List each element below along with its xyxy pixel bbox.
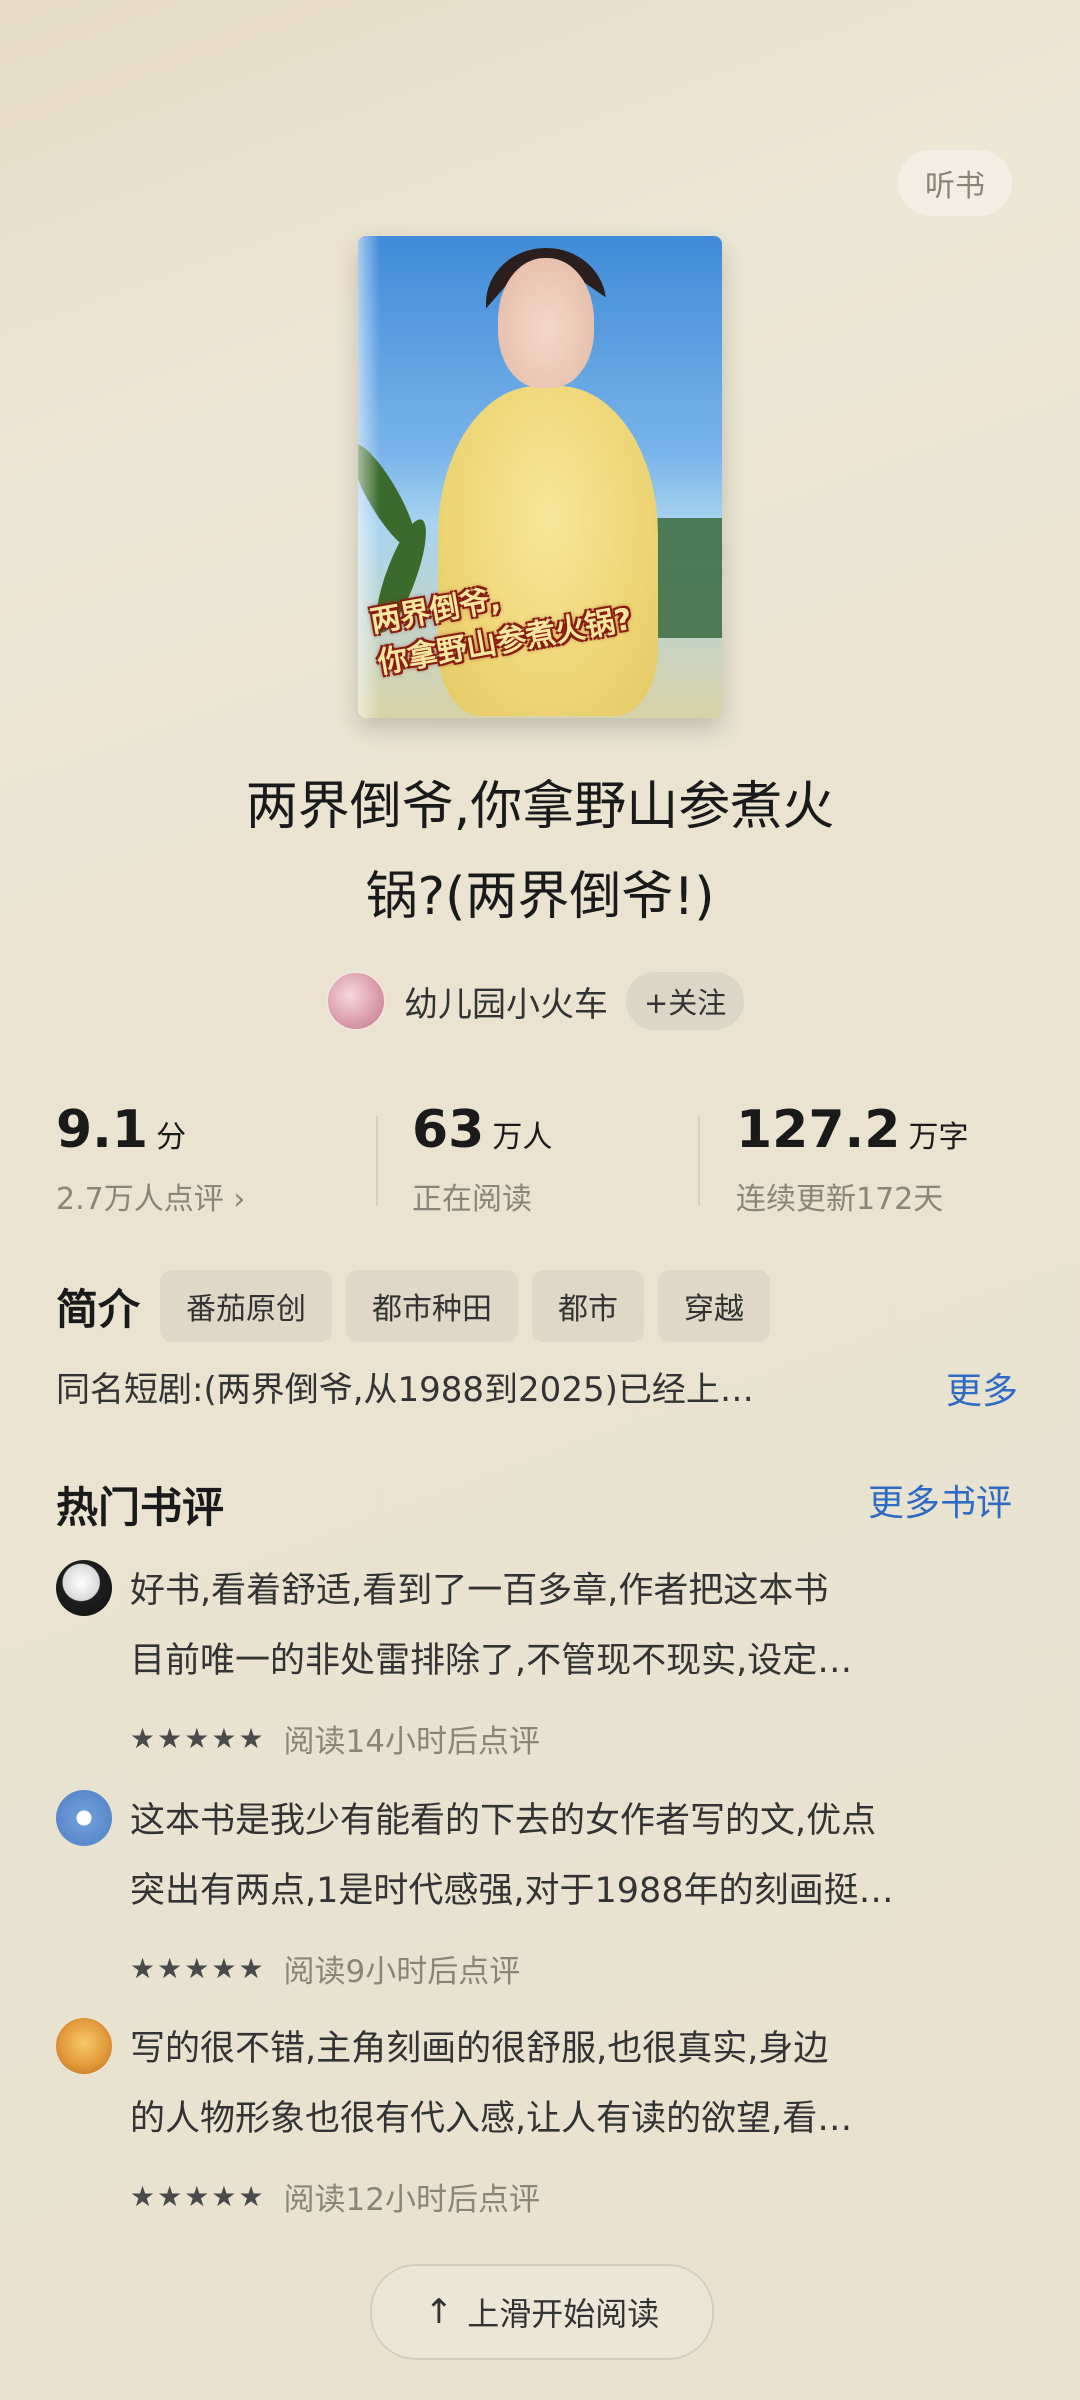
review-read-time: 阅读14小时后点评 — [283, 1724, 540, 1760]
star-icon: ★ — [184, 1952, 210, 1985]
words-stat: 127.2 万字 连续更新172天 — [736, 1100, 968, 1218]
book-cover[interactable]: 两界倒爷, 你拿野山参煮火锅? — [358, 236, 722, 718]
hot-reviews-title: 热门书评 — [56, 1483, 225, 1532]
rating-count: 2.7万人点评 › — [56, 1182, 246, 1217]
star-icon: ★ — [238, 2180, 264, 2213]
star-icon: ★ — [130, 2180, 156, 2213]
rating-unit: 分 — [156, 1120, 187, 1155]
review-text-line: 目前唯一的非处雷排除了,不管现不现实,设定… — [130, 1641, 853, 1681]
star-icon: ★ — [157, 2180, 183, 2213]
reviewer-avatar[interactable] — [56, 1790, 112, 1846]
review-read-time: 阅读12小时后点评 — [283, 2182, 540, 2218]
star-icon: ★ — [157, 1952, 183, 1985]
words-value: 127.2 — [736, 1100, 901, 1160]
review-meta: ★ ★ ★ ★ ★ 阅读12小时后点评 — [130, 2174, 540, 2219]
words-unit: 万字 — [908, 1120, 969, 1155]
listen-button[interactable]: 听书 — [898, 150, 1012, 216]
cover-face — [498, 258, 594, 388]
tag-urban-farming[interactable]: 都市种田 — [346, 1270, 519, 1342]
more-reviews-link[interactable]: 更多书评 — [868, 1474, 1012, 1526]
review-text: 好书,看着舒适,看到了一百多章,作者把这本书 目前唯一的非处雷排除了,不管现不现… — [130, 1556, 1040, 1696]
tag-time-travel[interactable]: 穿越 — [658, 1270, 771, 1342]
review-read-time: 阅读9小时后点评 — [283, 1954, 521, 1990]
arrow-up-icon: ↑ — [424, 2292, 454, 2332]
star-icon: ★ — [211, 1722, 237, 1755]
star-icon: ★ — [211, 2180, 237, 2213]
star-icon: ★ — [184, 1722, 210, 1755]
book-title: 两界倒爷,你拿野山参煮火 锅?(两界倒爷!) — [120, 762, 960, 942]
intro-label: 简介 — [56, 1284, 141, 1334]
readers-value: 63 — [412, 1100, 485, 1160]
intro-row: 简介 番茄原创 都市种田 都市 穿越 — [56, 1270, 784, 1342]
readers-stat: 63 万人 正在阅读 — [412, 1100, 552, 1218]
book-title-line1: 两界倒爷,你拿野山参煮火 — [245, 777, 835, 837]
stats-divider — [376, 1116, 378, 1206]
intro-summary[interactable]: 同名短剧:(两界倒爷,从1988到2025)已经上… — [56, 1362, 876, 1411]
intro-more-link[interactable]: 更多 — [946, 1362, 1018, 1414]
review-text-line: 这本书是我少有能看的下去的女作者写的文,优点 — [130, 1801, 877, 1841]
rating-stat[interactable]: 9.1 分 2.7万人点评 › — [56, 1100, 245, 1218]
star-icon: ★ — [130, 1952, 156, 1985]
start-reading-button[interactable]: ↑ 上滑开始阅读 — [370, 2264, 714, 2360]
review-text-line: 突出有两点,1是时代感强,对于1988年的刻画挺… — [130, 1871, 894, 1911]
author-avatar[interactable] — [326, 971, 386, 1031]
review-text-line: 好书,看着舒适,看到了一百多章,作者把这本书 — [130, 1571, 829, 1611]
rating-stars: ★ ★ ★ ★ ★ — [130, 1722, 266, 1755]
tag-urban[interactable]: 都市 — [532, 1270, 645, 1342]
author-row: 幼儿园小火车 +关注 — [326, 970, 745, 1032]
reviewer-avatar[interactable] — [56, 2018, 112, 2074]
star-icon: ★ — [238, 1952, 264, 1985]
update-streak: 连续更新172天 — [736, 1182, 944, 1217]
tag-fanqie-original[interactable]: 番茄原创 — [160, 1270, 333, 1342]
start-reading-label: 上滑开始阅读 — [467, 2295, 660, 2333]
rating-value: 9.1 — [56, 1100, 149, 1160]
star-icon: ★ — [130, 1722, 156, 1755]
star-icon: ★ — [157, 1722, 183, 1755]
review-meta: ★ ★ ★ ★ ★ 阅读14小时后点评 — [130, 1716, 540, 1761]
review-text: 这本书是我少有能看的下去的女作者写的文,优点 突出有两点,1是时代感强,对于19… — [130, 1786, 1040, 1926]
review-text-line: 的人物形象也很有代入感,让人有读的欲望,看… — [130, 2099, 853, 2139]
book-title-line2: 锅?(两界倒爷!) — [365, 867, 715, 927]
star-icon: ★ — [184, 2180, 210, 2213]
stats-divider — [698, 1116, 700, 1206]
follow-button[interactable]: +关注 — [626, 972, 745, 1030]
review-meta: ★ ★ ★ ★ ★ 阅读9小时后点评 — [130, 1946, 520, 1991]
review-text-line: 写的很不错,主角刻画的很舒服,也很真实,身边 — [130, 2029, 829, 2069]
star-icon: ★ — [238, 1722, 264, 1755]
readers-label: 正在阅读 — [412, 1182, 532, 1217]
readers-unit: 万人 — [492, 1120, 553, 1155]
star-icon: ★ — [211, 1952, 237, 1985]
reviewer-avatar[interactable] — [56, 1560, 112, 1616]
book-stats: 9.1 分 2.7万人点评 › 63 万人 正在阅读 127.2 万字 连续更新172… — [0, 1100, 1080, 1230]
review-text: 写的很不错,主角刻画的很舒服,也很真实,身边 的人物形象也很有代入感,让人有读的… — [130, 2014, 1040, 2154]
author-name[interactable]: 幼儿园小火车 — [404, 977, 608, 1026]
rating-stars: ★ ★ ★ ★ ★ — [130, 1952, 266, 1985]
rating-stars: ★ ★ ★ ★ ★ — [130, 2180, 266, 2213]
